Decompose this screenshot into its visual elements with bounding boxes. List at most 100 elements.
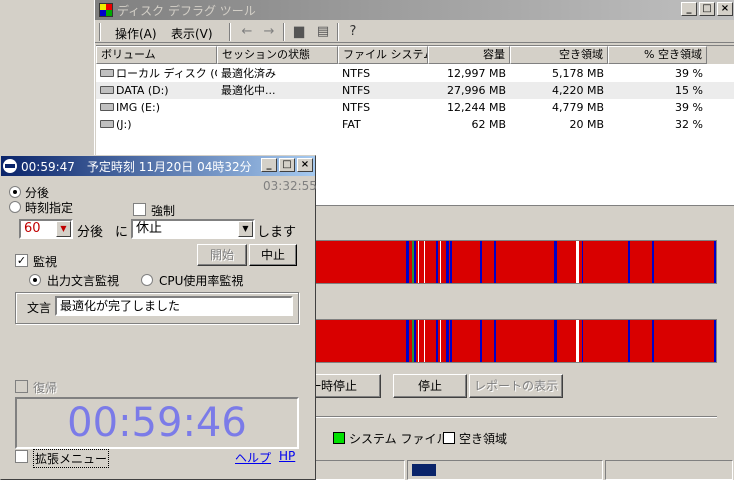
- column-header-capacity[interactable]: 容量: [428, 46, 510, 64]
- extended-menu-checkbox[interactable]: [15, 450, 28, 463]
- minutes-combo[interactable]: 60 ▼: [19, 219, 73, 239]
- help-link[interactable]: ヘルプ: [235, 449, 271, 466]
- volume-status: 最適化中...: [217, 82, 338, 99]
- details-view-icon[interactable]: ▤: [315, 24, 331, 40]
- shimasu-label: します: [257, 225, 297, 240]
- hp-link[interactable]: HP: [279, 449, 295, 463]
- drive-icon: [100, 103, 114, 111]
- column-header-volume[interactable]: ボリューム: [96, 46, 217, 64]
- fragment-segment: [480, 320, 482, 362]
- monitor-cpu-radio[interactable]: [141, 274, 153, 286]
- back-arrow-icon[interactable]: ←: [239, 24, 255, 40]
- fragment-segment: [554, 320, 557, 362]
- action-combo[interactable]: 休止 ▼: [131, 219, 255, 239]
- fragment-segment: [714, 241, 716, 283]
- timer-close-button[interactable]: ×: [297, 158, 313, 172]
- fragment-segment: [652, 320, 654, 362]
- volume-capacity: 27,996 MB: [428, 82, 510, 99]
- fragment-segment: [424, 320, 425, 362]
- monitor-output-label: 出力文言監視: [47, 274, 120, 288]
- volume-name: IMG (E:): [96, 99, 217, 116]
- maximize-button[interactable]: □: [699, 2, 715, 16]
- volume-name: (J:): [96, 116, 217, 133]
- timer-titlebar[interactable]: 00:59:47 予定時刻 11月20日 04時32分 _ □ ×: [1, 156, 315, 176]
- toolbar-separator: [229, 23, 231, 41]
- forward-arrow-icon[interactable]: →: [261, 24, 277, 40]
- volume-free-text: 5,178 MB: [551, 67, 604, 80]
- volume-status: [217, 116, 338, 133]
- fragment-segment: [628, 241, 630, 283]
- mode-time-radio[interactable]: [9, 201, 21, 213]
- progress-fill: [412, 464, 436, 476]
- table-row[interactable]: IMG (E:) NTFS 12,244 MB 4,779 MB 39 %: [96, 99, 734, 116]
- monitor-text-input[interactable]: 最適化が完了しました: [55, 296, 293, 316]
- fragment-segment: [652, 241, 654, 283]
- fragment-segment: [582, 320, 583, 362]
- fragment-segment: [414, 241, 416, 283]
- force-checkbox[interactable]: [133, 203, 146, 216]
- menu-action[interactable]: 操作(A): [115, 25, 157, 42]
- column-header-free[interactable]: 空き領域: [510, 46, 608, 64]
- fragment-segment: [440, 241, 441, 283]
- drive-icon: [100, 86, 114, 94]
- volume-pct-free: 15 %: [608, 82, 707, 99]
- countdown-display: 00:59:46: [15, 397, 299, 449]
- volume-capacity-text: 62 MB: [471, 118, 506, 131]
- minimize-button[interactable]: _: [681, 2, 697, 16]
- fragment-segment: [406, 241, 409, 283]
- minutes-unit-label: 分後: [77, 225, 104, 240]
- table-row[interactable]: (J:) FAT 62 MB 20 MB 32 %: [96, 116, 734, 133]
- chevron-down-icon[interactable]: ▼: [238, 221, 253, 237]
- table-row[interactable]: DATA (D:) 最適化中... NTFS 27,996 MB 4,220 MB 15 …: [96, 82, 734, 99]
- close-button[interactable]: ×: [717, 2, 733, 16]
- volume-capacity: 62 MB: [428, 116, 510, 133]
- column-header-session[interactable]: セッションの状態: [217, 46, 338, 64]
- monitor-output-radio[interactable]: [29, 274, 41, 286]
- stop-button[interactable]: 停止: [393, 374, 467, 398]
- volume-pct-free-text: 39 %: [675, 101, 703, 114]
- drive-icon: [100, 69, 114, 77]
- folder-icon[interactable]: ▆: [291, 24, 307, 40]
- volume-capacity: 12,244 MB: [428, 99, 510, 116]
- defrag-title: ディスク デフラグ ツール: [117, 3, 256, 18]
- volume-status: [217, 99, 338, 116]
- fragment-segment: [450, 241, 452, 283]
- menu-view[interactable]: 表示(V): [171, 25, 213, 42]
- volume-status-text: 最適化済み: [221, 67, 276, 80]
- help-icon[interactable]: ?: [345, 24, 361, 40]
- restore-label: 復帰: [33, 381, 58, 395]
- fragment-segment: [406, 320, 409, 362]
- timer-title: 00:59:47 予定時刻 11月20日 04時32分: [21, 159, 252, 174]
- volume-name-text: IMG (E:): [116, 101, 160, 114]
- fragment-segment: [414, 320, 416, 362]
- column-header-pct-free[interactable]: % 空き領域: [608, 46, 707, 64]
- monitor-checkbox[interactable]: ✓: [15, 254, 28, 267]
- toolbar-separator: [337, 23, 339, 41]
- table-row[interactable]: ローカル ディスク (C:) 最適化済み NTFS 12,997 MB 5,178 MB…: [96, 65, 734, 82]
- defrag-titlebar[interactable]: ディスク デフラグ ツール _ □ ×: [95, 0, 734, 20]
- timer-maximize-button[interactable]: □: [279, 158, 295, 172]
- cancel-button[interactable]: 中止: [249, 244, 297, 266]
- drive-icon: [100, 120, 114, 128]
- minutes-value: 60: [24, 221, 41, 236]
- restore-checkbox[interactable]: [15, 380, 28, 393]
- toolbar-separator: [283, 23, 285, 41]
- volume-free-text: 4,779 MB: [551, 101, 604, 114]
- fragment-segment: [436, 320, 438, 362]
- volume-free-text: 4,220 MB: [551, 84, 604, 97]
- timer-minimize-button[interactable]: _: [261, 158, 277, 172]
- fragment-segment: [424, 241, 425, 283]
- volume-pct-free: 39 %: [608, 99, 707, 116]
- volume-capacity-text: 12,997 MB: [446, 67, 506, 80]
- mode-after-radio[interactable]: [9, 186, 21, 198]
- column-header-filesystem[interactable]: ファイル システム: [338, 46, 428, 64]
- volume-capacity-text: 27,996 MB: [446, 84, 506, 97]
- start-button[interactable]: 開始: [197, 244, 247, 266]
- legend-label-free: 空き領域: [459, 432, 508, 446]
- view-report-button[interactable]: レポートの表示: [469, 374, 563, 398]
- chevron-down-icon[interactable]: ▼: [56, 221, 71, 237]
- defrag-app-icon: [99, 3, 113, 17]
- volume-status-text: 最適化中...: [221, 84, 276, 97]
- fragment-segment: [446, 241, 449, 283]
- volume-name-text: ローカル ディスク (C:): [116, 67, 217, 80]
